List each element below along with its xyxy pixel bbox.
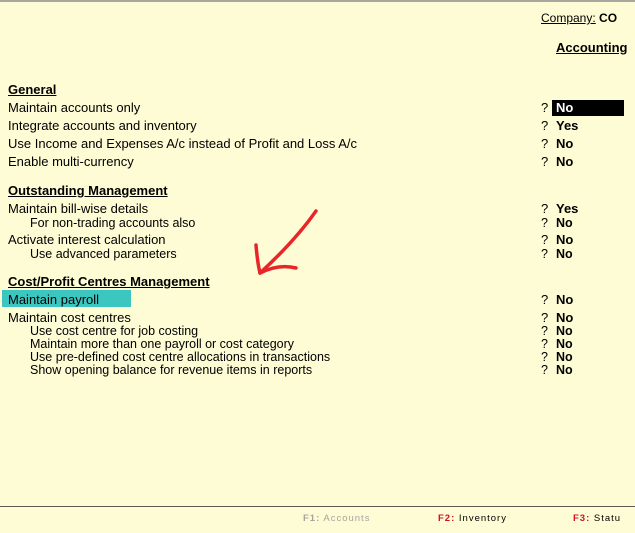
bottom-divider bbox=[0, 506, 635, 507]
option-value-field[interactable]: No bbox=[556, 136, 573, 152]
option-value-field[interactable]: No bbox=[556, 292, 573, 308]
option-label: Use advanced parameters bbox=[30, 247, 177, 261]
option-value-field[interactable]: No bbox=[556, 154, 573, 170]
option-value-field[interactable]: No bbox=[556, 215, 573, 231]
section-heading-general: General bbox=[8, 82, 57, 97]
option-row-maintain-payroll[interactable]: Maintain payroll ? No bbox=[0, 292, 635, 308]
option-question-mark: ? bbox=[541, 216, 548, 230]
option-value-field[interactable]: No bbox=[556, 362, 573, 378]
option-value-field[interactable]: Yes bbox=[556, 118, 578, 134]
fkey-statutory[interactable]: F3: Statu bbox=[573, 513, 621, 524]
fkey-key: F1: bbox=[303, 513, 321, 524]
option-label: Integrate accounts and inventory bbox=[8, 118, 197, 133]
option-question-mark: ? bbox=[541, 363, 548, 377]
screen-title: Accounting bbox=[556, 40, 628, 55]
company-indicator: Company: CO bbox=[541, 11, 617, 25]
fkey-label: Accounts bbox=[323, 513, 371, 524]
hand-drawn-arrow-icon bbox=[254, 209, 318, 275]
option-label: Use Income and Expenses A/c instead of P… bbox=[8, 136, 358, 151]
company-name: CO bbox=[599, 11, 618, 25]
option-label: For non-trading accounts also bbox=[30, 216, 196, 230]
option-value-field-selected[interactable]: No bbox=[552, 100, 624, 116]
company-label: Company: bbox=[541, 11, 596, 25]
fkey-inventory[interactable]: F2: Inventory bbox=[438, 513, 507, 524]
option-row-income-expenses[interactable]: Use Income and Expenses A/c instead of P… bbox=[0, 136, 635, 152]
fkey-label: Inventory bbox=[458, 513, 507, 524]
fkey-label: Statu bbox=[593, 513, 622, 524]
option-row-multi-currency[interactable]: Enable multi-currency ? No bbox=[0, 154, 635, 170]
option-label: Maintain payroll bbox=[8, 292, 100, 307]
option-label: Maintain accounts only bbox=[8, 100, 141, 115]
option-label: Enable multi-currency bbox=[8, 154, 134, 169]
option-question-mark: ? bbox=[541, 292, 549, 307]
option-question-mark: ? bbox=[541, 136, 549, 151]
option-question-mark: ? bbox=[541, 118, 549, 133]
section-heading-outstanding: Outstanding Management bbox=[8, 183, 168, 198]
option-question-mark: ? bbox=[541, 100, 549, 115]
option-question-mark: ? bbox=[541, 154, 549, 169]
option-row-integrate-accounts-inventory[interactable]: Integrate accounts and inventory ? Yes bbox=[0, 118, 635, 134]
tally-features-screen: Company: CO Accounting General Maintain … bbox=[0, 0, 635, 533]
fkey-key: F2: bbox=[438, 513, 456, 524]
option-value-field[interactable]: No bbox=[556, 246, 573, 262]
function-key-bar: F1: Accounts F2: Inventory F3: Statu bbox=[0, 513, 635, 527]
section-heading-cost-centres: Cost/Profit Centres Management bbox=[8, 274, 210, 289]
fkey-accounts: F1: Accounts bbox=[303, 513, 370, 524]
top-divider bbox=[0, 0, 635, 2]
option-row-opening-balance-revenue[interactable]: Show opening balance for revenue items i… bbox=[0, 362, 635, 378]
option-question-mark: ? bbox=[541, 247, 548, 261]
fkey-key: F3: bbox=[573, 513, 591, 524]
option-row-maintain-accounts-only[interactable]: Maintain accounts only ? No bbox=[0, 100, 635, 116]
option-label: Show opening balance for revenue items i… bbox=[30, 363, 313, 377]
